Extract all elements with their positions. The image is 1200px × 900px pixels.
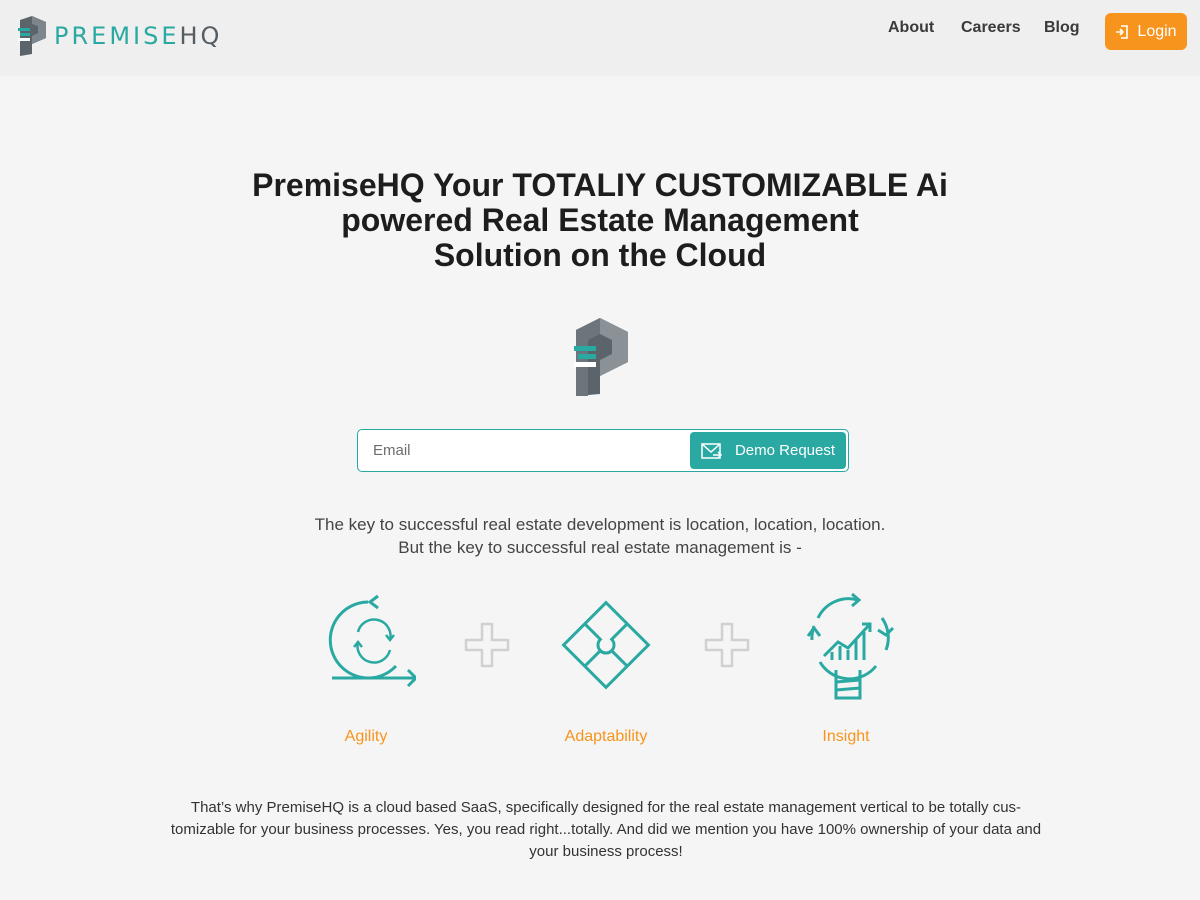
feature-insight: [786, 590, 906, 705]
brand-part-premise: PREMISE: [54, 22, 180, 50]
hero-title-line-3: Solution on the Cloud: [433, 237, 767, 273]
nav-link-careers[interactable]: Careers: [961, 19, 1021, 37]
premisehq-logo-icon: [18, 16, 46, 56]
agility-cycle-icon: [328, 594, 416, 688]
lightbulb-chart-icon: [806, 592, 895, 700]
top-navbar: PREMISEHQ About Careers Blog Login: [0, 0, 1200, 74]
login-label: Login: [1137, 22, 1177, 40]
feature-label-adaptability: Adaptability: [564, 728, 648, 745]
puzzle-icon: [561, 600, 651, 690]
plus-icon: [704, 622, 750, 668]
demo-request-button[interactable]: Demo Request: [690, 432, 846, 469]
hero-title: PremiseHQ Your TOTALIY CUSTOMIZABLE Ai p…: [200, 168, 1000, 273]
demo-request-label: Demo Request: [734, 442, 836, 459]
feature-label-agility: Agility: [344, 728, 388, 745]
brand-logo[interactable]: PREMISEHQ: [16, 16, 222, 56]
nav-link-blog[interactable]: Blog: [1044, 19, 1080, 37]
description-paragraph: That’s why PremiseHQ is a cloud based Sa…: [170, 799, 1042, 860]
feature-label-insight: Insight: [822, 728, 870, 745]
tagline-line-2: But the key to successful real estate ma…: [398, 538, 802, 557]
email-input[interactable]: [358, 430, 688, 470]
login-button[interactable]: Login: [1105, 13, 1187, 50]
hero-title-line-2: powered Real Estate Management: [341, 202, 859, 238]
brand-part-hq: HQ: [179, 22, 223, 50]
hero-title-line-1: PremiseHQ Your TOTALIY CUSTOMIZABLE Ai: [252, 167, 948, 203]
premisehq-hero-logo-icon: [574, 318, 628, 396]
demo-request-form: Demo Request: [357, 429, 849, 472]
feature-agility: [306, 590, 426, 700]
tagline: The key to successful real estate develo…: [200, 513, 1000, 559]
tagline-line-1: The key to successful real estate develo…: [314, 515, 886, 534]
envelope-send-icon: [701, 442, 723, 459]
plus-icon: [464, 622, 510, 668]
feature-adaptability: [546, 590, 666, 700]
login-arrow-icon: [1116, 24, 1129, 39]
brand-wordmark: PREMISEHQ: [54, 22, 222, 50]
nav-link-about[interactable]: About: [888, 19, 934, 37]
